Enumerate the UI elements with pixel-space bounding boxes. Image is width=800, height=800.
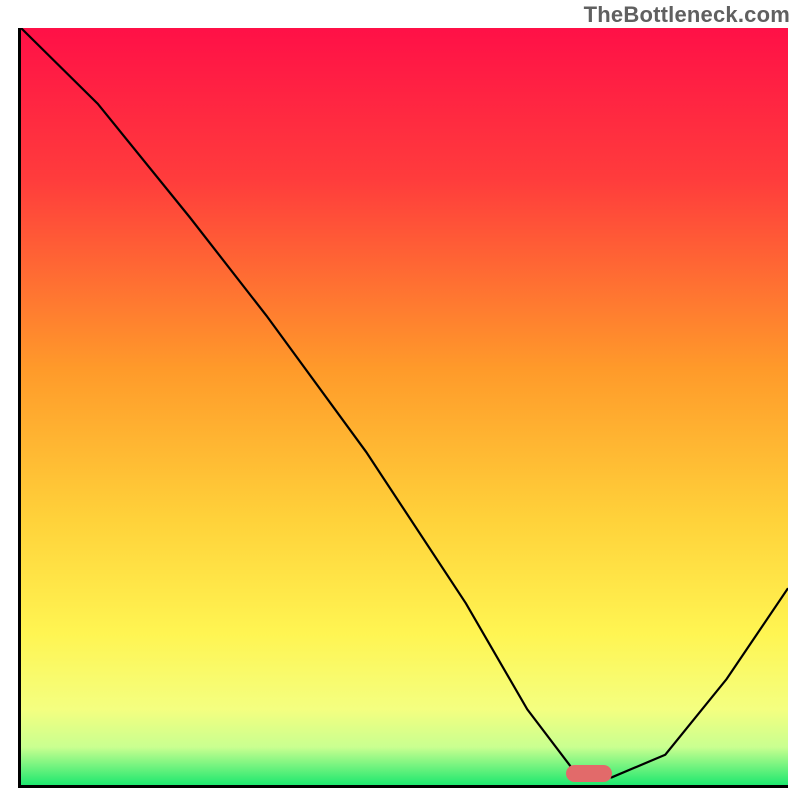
optimal-marker — [566, 765, 612, 782]
bottleneck-curve-path — [21, 28, 788, 777]
curve-layer — [21, 28, 788, 785]
plot-area — [18, 28, 788, 788]
attribution-label: TheBottleneck.com — [584, 2, 790, 28]
chart-stage: TheBottleneck.com — [0, 0, 800, 800]
